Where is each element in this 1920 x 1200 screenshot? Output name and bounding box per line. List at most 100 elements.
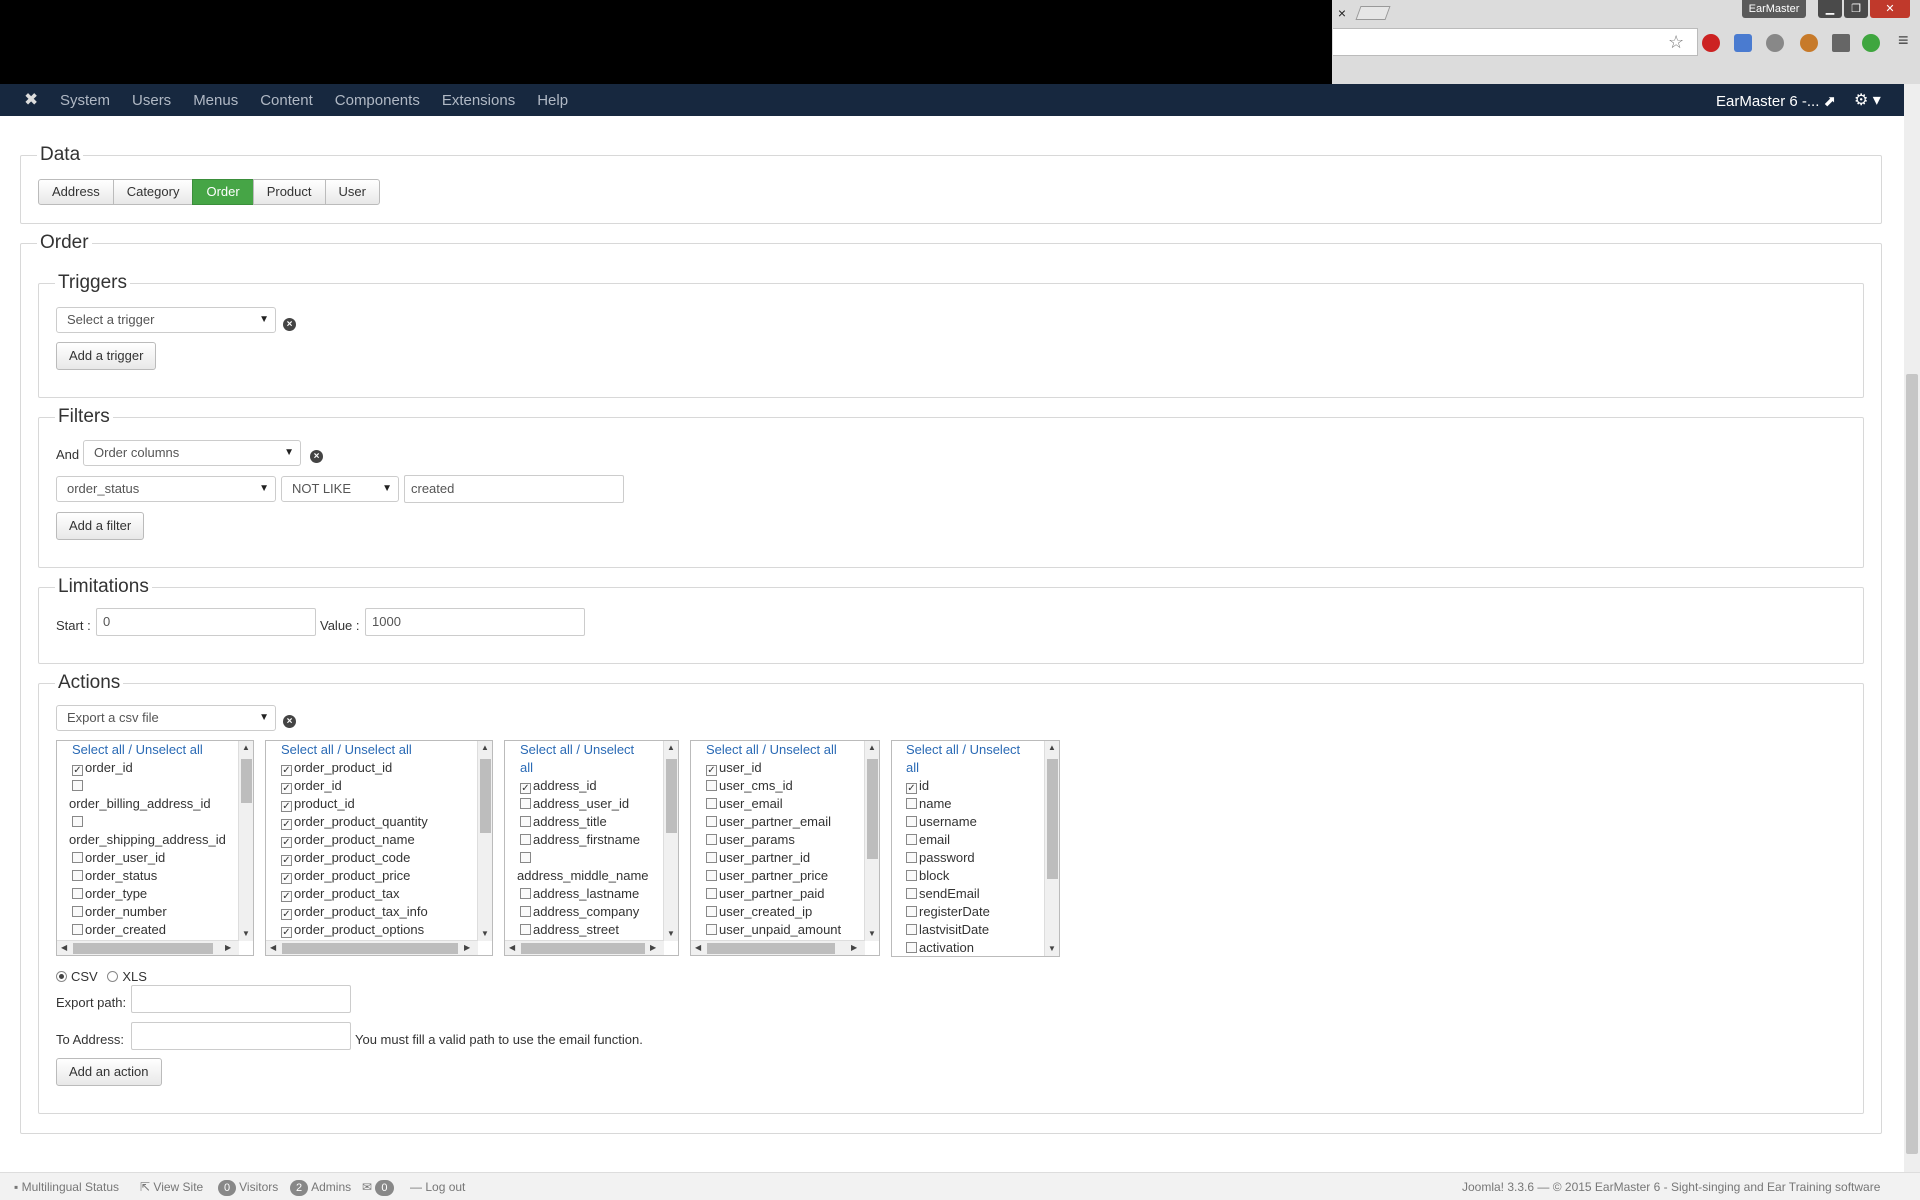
checkbox[interactable] <box>706 852 717 863</box>
checkbox[interactable] <box>906 870 917 881</box>
scrollbar-thumb[interactable] <box>1906 374 1918 1154</box>
scroll-left-icon[interactable]: ◀ <box>61 943 67 952</box>
scroll-right-icon[interactable]: ▶ <box>851 943 857 952</box>
checkbox[interactable] <box>706 924 717 935</box>
checkbox[interactable] <box>706 834 717 845</box>
extension-green-icon[interactable] <box>1862 34 1880 52</box>
checkbox[interactable]: ✓ <box>281 891 292 902</box>
checkbox[interactable] <box>706 816 717 827</box>
browser-menu-icon[interactable]: ≡ <box>1898 30 1909 51</box>
checkbox[interactable] <box>906 798 917 809</box>
scroll-left-icon[interactable]: ◀ <box>695 943 701 952</box>
checkbox[interactable] <box>72 906 83 917</box>
action-select[interactable]: Export a csv file ▼ <box>56 705 276 731</box>
add-trigger-button[interactable]: Add a trigger <box>56 342 157 370</box>
extension-folder-icon[interactable] <box>1734 34 1752 52</box>
tab-category[interactable]: Category <box>112 179 194 205</box>
scroll-right-icon[interactable]: ▶ <box>650 943 656 952</box>
logout-link[interactable]: — Log out <box>410 1180 465 1194</box>
extension-speed-icon[interactable] <box>1766 34 1784 52</box>
checkbox[interactable] <box>906 906 917 917</box>
scroll-up-icon[interactable]: ▲ <box>481 743 489 752</box>
checkbox[interactable] <box>906 888 917 899</box>
csv-radio[interactable] <box>56 971 67 982</box>
page-scrollbar[interactable] <box>1904 84 1920 1172</box>
scroll-thumb[interactable] <box>1047 759 1058 879</box>
checkbox[interactable] <box>72 888 83 899</box>
menu-users[interactable]: Users <box>132 92 171 109</box>
scroll-right-icon[interactable]: ▶ <box>225 943 231 952</box>
menu-extensions[interactable]: Extensions <box>442 92 515 109</box>
checkbox[interactable] <box>706 870 717 881</box>
select-all-link[interactable]: Select all / Unselect all <box>72 741 226 759</box>
scroll-up-icon[interactable]: ▲ <box>1048 743 1056 752</box>
checkbox[interactable] <box>520 924 531 935</box>
address-bar[interactable] <box>1333 28 1698 56</box>
checkbox[interactable]: ✓ <box>281 765 292 776</box>
scroll-thumb[interactable] <box>282 943 458 954</box>
checkbox[interactable]: ✓ <box>281 837 292 848</box>
list-vscroll[interactable]: ▲ ▼ <box>864 741 879 941</box>
scroll-thumb[interactable] <box>73 943 213 954</box>
checkbox[interactable] <box>706 798 717 809</box>
checkbox[interactable] <box>520 816 531 827</box>
new-tab-button[interactable] <box>1355 6 1391 20</box>
checkbox[interactable] <box>72 816 83 827</box>
checkbox[interactable] <box>520 834 531 845</box>
select-all-link-continued[interactable]: all <box>520 759 649 777</box>
user-columns-list[interactable]: Select all / Unselect all ✓ user_id user_… <box>690 740 880 956</box>
checkbox[interactable]: ✓ <box>281 909 292 920</box>
filter-value-input[interactable]: created <box>404 475 624 503</box>
scroll-down-icon[interactable]: ▼ <box>1048 944 1056 953</box>
checkbox[interactable] <box>906 834 917 845</box>
start-input[interactable]: 0 <box>96 608 316 636</box>
list-hscroll[interactable]: ◀ ▶ <box>505 940 664 955</box>
list-hscroll[interactable]: ◀ ▶ <box>266 940 478 955</box>
minimize-button[interactable]: ▁ <box>1818 0 1842 18</box>
list-vscroll[interactable]: ▲ ▼ <box>477 741 492 941</box>
scroll-thumb[interactable] <box>521 943 645 954</box>
scroll-up-icon[interactable]: ▲ <box>868 743 876 752</box>
order-columns-list[interactable]: Select all / Unselect all ✓ order_id orde… <box>56 740 254 956</box>
filter-operator-select[interactable]: NOT LIKE ▼ <box>281 476 399 502</box>
maximize-button[interactable]: ❐ <box>1844 0 1868 18</box>
menu-content[interactable]: Content <box>260 92 313 109</box>
checkbox[interactable] <box>906 924 917 935</box>
add-action-button[interactable]: Add an action <box>56 1058 162 1086</box>
to-address-input[interactable] <box>131 1022 351 1050</box>
checkbox[interactable]: ✓ <box>281 927 292 938</box>
extension-stop-icon[interactable] <box>1702 34 1720 52</box>
scroll-thumb[interactable] <box>867 759 878 859</box>
filter-column-group-select[interactable]: Order columns ▼ <box>83 440 301 466</box>
menu-menus[interactable]: Menus <box>193 92 238 109</box>
view-site-link[interactable]: ⇱ View Site <box>140 1180 203 1194</box>
add-filter-button[interactable]: Add a filter <box>56 512 145 540</box>
checkbox[interactable] <box>520 888 531 899</box>
list-hscroll[interactable]: ◀ ▶ <box>691 940 865 955</box>
checkbox[interactable]: ✓ <box>281 783 292 794</box>
checkbox[interactable] <box>72 870 83 881</box>
menu-system[interactable]: System <box>60 92 110 109</box>
checkbox[interactable] <box>520 906 531 917</box>
scroll-thumb[interactable] <box>241 759 252 803</box>
scroll-left-icon[interactable]: ◀ <box>270 943 276 952</box>
checkbox[interactable] <box>906 942 917 953</box>
checkbox[interactable] <box>72 924 83 935</box>
scroll-right-icon[interactable]: ▶ <box>464 943 470 952</box>
checkbox[interactable]: ✓ <box>72 765 83 776</box>
checkbox[interactable] <box>520 852 531 863</box>
checkbox[interactable]: ✓ <box>281 801 292 812</box>
checkbox[interactable] <box>706 888 717 899</box>
export-path-input[interactable] <box>131 985 351 1013</box>
checkbox[interactable] <box>72 780 83 791</box>
scroll-down-icon[interactable]: ▼ <box>481 929 489 938</box>
settings-gear-icon[interactable]: ⚙ ▾ <box>1854 90 1881 110</box>
tab-user[interactable]: User <box>324 179 380 205</box>
checkbox[interactable]: ✓ <box>281 873 292 884</box>
xls-radio[interactable] <box>107 971 119 982</box>
cms-user-columns-list[interactable]: Select all / Unselect all ✓ id name usern… <box>891 740 1060 957</box>
messages-indicator[interactable]: ✉ 0 <box>362 1180 397 1196</box>
checkbox[interactable]: ✓ <box>281 855 292 866</box>
order-product-columns-list[interactable]: Select all / Unselect all ✓ order_product… <box>265 740 493 956</box>
scroll-thumb[interactable] <box>707 943 835 954</box>
